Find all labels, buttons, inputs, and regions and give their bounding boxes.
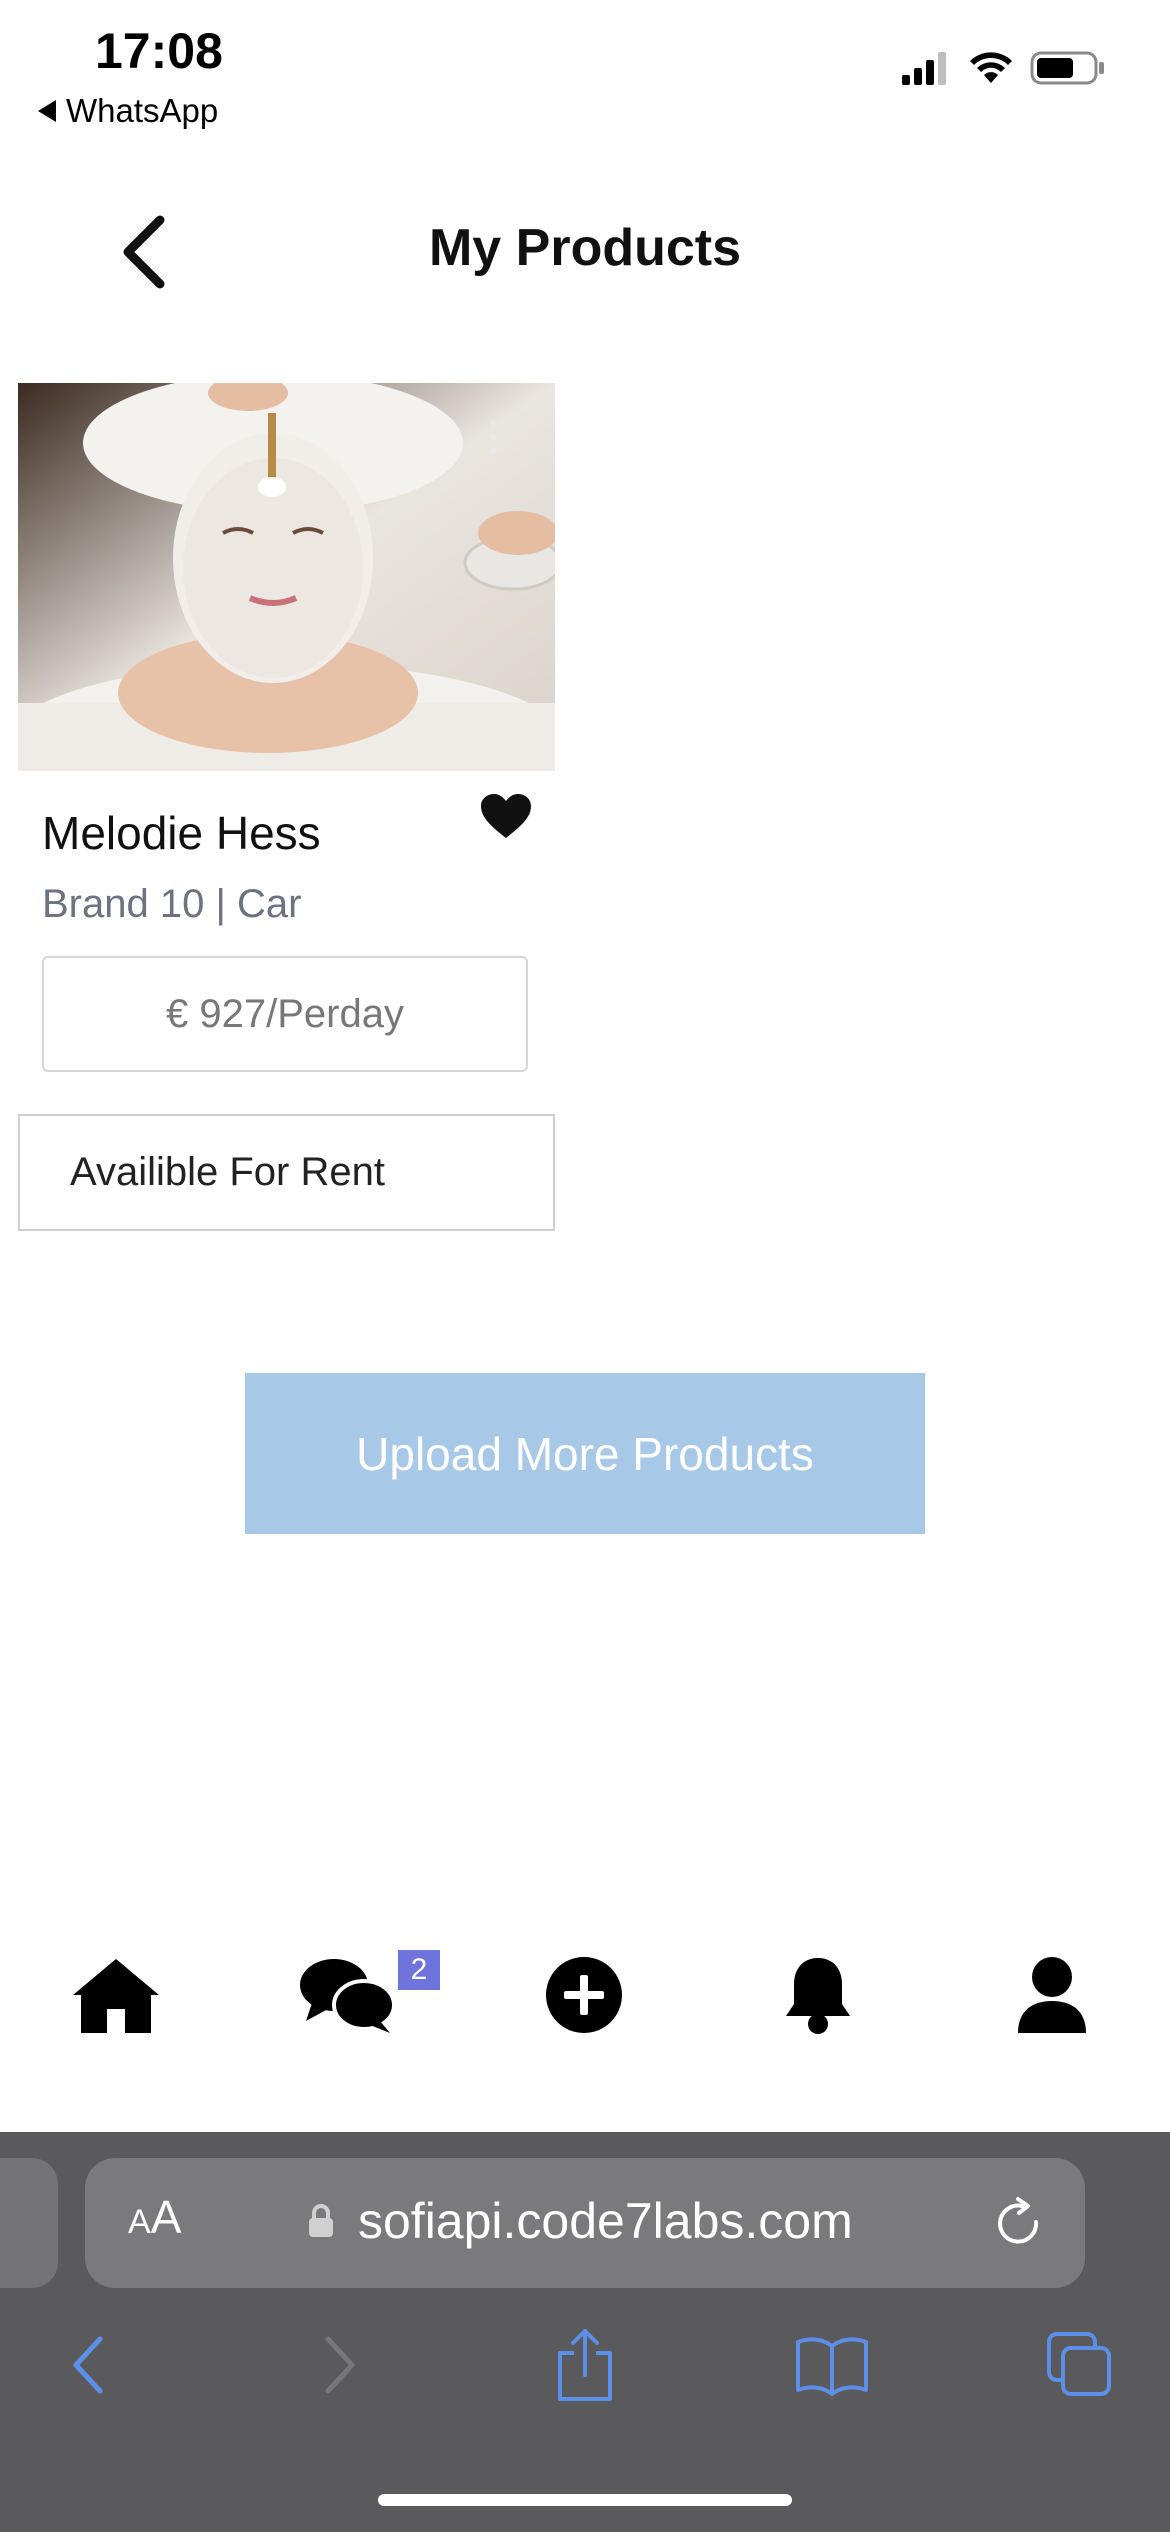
chat-icon: [300, 1959, 396, 2033]
nav-notifications[interactable]: [768, 1945, 868, 2045]
forward-arrow-icon: [325, 2336, 355, 2394]
tabs-button[interactable]: [1040, 2325, 1120, 2405]
tabs-icon: [1047, 2332, 1111, 2396]
back-app-label: WhatsApp: [66, 92, 219, 129]
back-to-app-link[interactable]: WhatsApp: [38, 92, 218, 130]
nav-add[interactable]: [534, 1945, 634, 2045]
status-time: 17:08: [95, 23, 223, 79]
product-name: Melodie Hess: [42, 807, 321, 859]
nav-chat[interactable]: [298, 1945, 398, 2045]
aa-large: A: [150, 2191, 182, 2243]
browser-forward-button[interactable]: [300, 2325, 380, 2405]
bookmarks-button[interactable]: [792, 2325, 872, 2405]
back-arrow-icon: [73, 2336, 103, 2394]
url-text[interactable]: sofiapi.code7labs.com: [358, 2192, 853, 2250]
chat-badge: 2: [398, 1950, 440, 1990]
price-box: € 927/Perday: [42, 956, 528, 1072]
upload-more-products-button[interactable]: Upload More Products: [245, 1373, 925, 1534]
lock-icon: [309, 2204, 333, 2237]
favorite-heart-icon[interactable]: [478, 792, 534, 842]
reload-icon[interactable]: [992, 2196, 1048, 2252]
home-indicator[interactable]: [378, 2494, 792, 2506]
more-options-icon[interactable]: [490, 420, 498, 462]
share-icon: [558, 2329, 612, 2401]
back-triangle-icon: [38, 100, 56, 122]
aa-small: A: [128, 2203, 151, 2241]
product-image[interactable]: [18, 383, 555, 771]
signal-icon: [902, 52, 946, 85]
share-button[interactable]: [545, 2325, 625, 2405]
status-icons: [900, 50, 1106, 86]
browser-back-button[interactable]: [48, 2325, 128, 2405]
battery-icon: [1030, 51, 1104, 85]
previous-tab-peek[interactable]: [0, 2158, 58, 2288]
availability-status[interactable]: Availible For Rent: [18, 1114, 555, 1231]
nav-profile[interactable]: [1002, 1945, 1102, 2045]
bell-icon: [786, 1958, 850, 2034]
wifi-icon: [970, 52, 1012, 83]
reader-settings-button[interactable]: AA: [128, 2190, 181, 2244]
bookmarks-icon: [796, 2337, 868, 2396]
product-brand-category: Brand 10 | Car: [42, 882, 302, 926]
page-title: My Products: [428, 219, 742, 277]
nav-home[interactable]: [66, 1945, 166, 2045]
home-icon: [73, 1959, 159, 2033]
add-icon: [546, 1957, 622, 2033]
user-icon: [1018, 1957, 1086, 2033]
